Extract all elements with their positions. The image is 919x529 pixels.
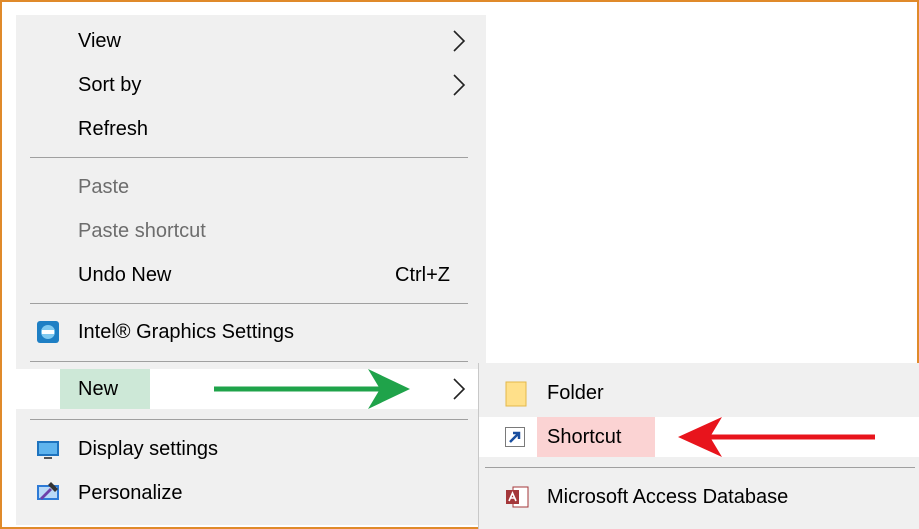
menu-item-refresh[interactable]: Refresh <box>16 109 486 149</box>
menu-item-new[interactable]: New <box>16 369 486 409</box>
submenu-item-label: Folder <box>547 381 604 404</box>
menu-item-label: Personalize <box>78 481 183 504</box>
menu-separator <box>30 361 468 362</box>
menu-item-display-settings[interactable]: Display settings <box>16 429 486 469</box>
menu-separator <box>485 467 915 468</box>
menu-item-personalize[interactable]: Personalize <box>16 473 486 513</box>
intel-graphics-icon <box>37 321 59 343</box>
submenu-item-label: Shortcut <box>537 417 655 457</box>
chevron-right-icon <box>453 378 466 400</box>
menu-item-paste-shortcut: Paste shortcut <box>16 211 486 251</box>
menu-item-undo-new[interactable]: Undo New Ctrl+Z <box>16 255 486 295</box>
menu-item-sort-by[interactable]: Sort by <box>16 65 486 105</box>
menu-item-view[interactable]: View <box>16 21 486 61</box>
monitor-icon <box>37 441 59 459</box>
menu-item-label: Intel® Graphics Settings <box>78 320 294 343</box>
submenu-item-shortcut[interactable]: Shortcut <box>479 417 919 457</box>
submenu-item-access-database[interactable]: Microsoft Access Database <box>479 477 919 517</box>
personalize-icon <box>37 482 59 500</box>
chevron-right-icon <box>453 74 466 96</box>
menu-separator <box>30 157 468 158</box>
new-submenu: Folder Shortcut Microsoft Access Databas… <box>478 363 919 529</box>
shortcut-arrow-icon <box>505 427 525 447</box>
keyboard-shortcut: Ctrl+Z <box>395 263 450 286</box>
menu-separator <box>30 419 468 420</box>
menu-item-label: New <box>60 369 150 409</box>
menu-item-paste: Paste <box>16 167 486 207</box>
menu-item-label: View <box>78 29 121 52</box>
menu-item-label: Sort by <box>78 73 142 96</box>
submenu-item-label: Microsoft Access Database <box>547 485 789 508</box>
menu-item-label: Paste shortcut <box>78 219 206 242</box>
menu-item-label: Undo New <box>78 263 172 286</box>
desktop-context-menu: View Sort by Refresh Paste Paste shortcu… <box>16 15 486 525</box>
folder-icon <box>505 381 527 407</box>
chevron-right-icon <box>453 30 466 52</box>
menu-separator <box>30 303 468 304</box>
menu-item-label: Display settings <box>78 437 219 460</box>
menu-item-label: Refresh <box>78 117 149 140</box>
menu-item-intel-graphics[interactable]: Intel® Graphics Settings <box>16 312 486 352</box>
access-database-icon <box>506 486 529 508</box>
submenu-item-folder[interactable]: Folder <box>479 373 919 413</box>
menu-item-label: Paste <box>78 175 130 198</box>
